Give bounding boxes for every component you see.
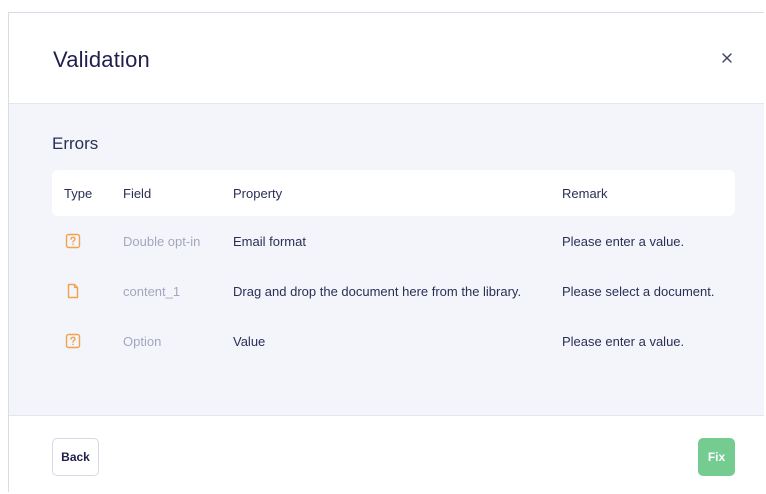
column-property: Property	[233, 186, 283, 201]
document-icon	[67, 283, 79, 299]
row-remark: Please enter a value.	[562, 334, 685, 349]
column-field: Field	[123, 186, 152, 201]
row-property: Drag and drop the document here from the…	[233, 284, 522, 299]
row-property: Value	[233, 334, 266, 349]
back-button[interactable]: Back	[52, 438, 99, 476]
row-field: Double opt-in	[123, 234, 201, 249]
errors-title: Errors	[52, 134, 99, 153]
row-field: Option	[123, 334, 162, 349]
fix-button[interactable]: Fix	[698, 438, 735, 476]
error-row: Double opt-in Email format Please enter …	[52, 222, 735, 262]
column-remark: Remark	[562, 186, 608, 201]
row-field: content_1	[123, 284, 181, 299]
column-type: Type	[64, 186, 93, 201]
close-icon[interactable]	[720, 51, 734, 65]
row-remark: Please enter a value.	[562, 234, 685, 249]
validation-dialog: Validation Errors Type Field Property Re…	[8, 12, 764, 492]
dialog-footer: Back Fix	[9, 415, 764, 492]
dialog-title: Validation	[53, 47, 150, 72]
question-box-icon	[65, 233, 81, 249]
error-row: Option Value Please enter a value.	[52, 322, 735, 362]
row-remark: Please select a document.	[562, 284, 715, 299]
row-property: Email format	[233, 234, 306, 249]
dialog-header: Validation	[9, 13, 764, 104]
question-box-icon	[65, 333, 81, 349]
errors-table-header: Type Field Property Remark	[52, 170, 735, 216]
error-row: content_1 Drag and drop the document her…	[52, 272, 735, 312]
